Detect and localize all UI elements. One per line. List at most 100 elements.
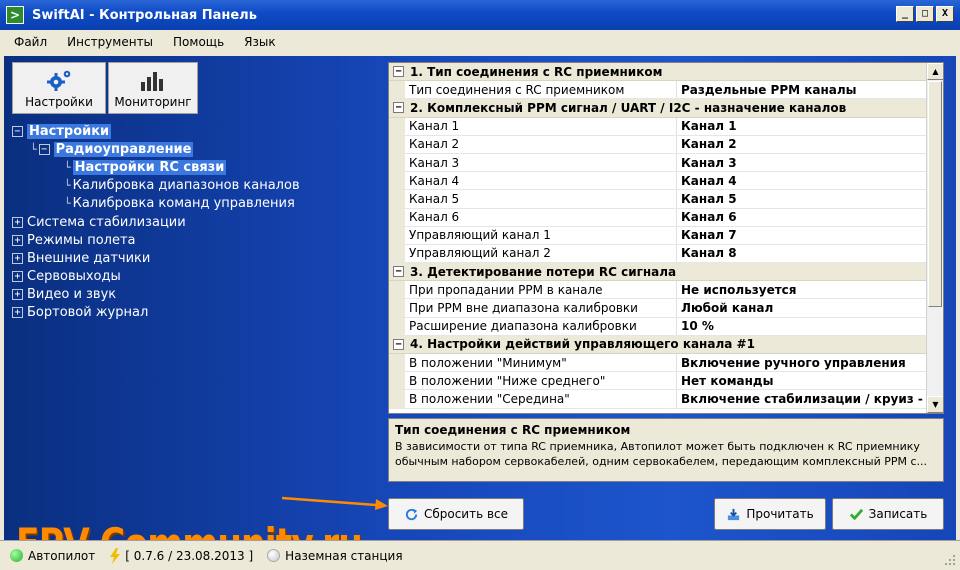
settings-button[interactable]: Настройки	[12, 62, 106, 114]
property-value[interactable]: Канал 2	[677, 136, 927, 153]
property-name: В положении "Минимум"	[389, 354, 677, 372]
tree-item[interactable]: + Внешние датчики	[12, 249, 382, 267]
grid-category-row[interactable]: −4. Настройки действий управляющего кана…	[389, 335, 927, 354]
tree-item[interactable]: + Видео и звук	[12, 286, 382, 304]
collapse-icon[interactable]: −	[393, 338, 404, 350]
property-name: Управляющий канал 2	[389, 244, 677, 263]
app-logo-icon: >	[6, 6, 24, 24]
checkmark-icon	[849, 508, 863, 520]
collapse-icon[interactable]: −	[393, 266, 404, 278]
property-value[interactable]: Канал 8	[677, 245, 927, 262]
autopilot-status: Автопилот	[10, 549, 95, 563]
window-title: SwiftAI - Контрольная Панель	[32, 7, 257, 23]
grid-property-row[interactable]: В положении "Ниже среднего" Нет команды	[389, 372, 927, 391]
grid-property-row[interactable]: Расширение диапазона калибровки 10 %	[389, 317, 927, 336]
property-value[interactable]: Канал 3	[677, 154, 927, 171]
grid-property-row[interactable]: Канал 5 Канал 5	[389, 190, 927, 209]
expand-icon[interactable]: +	[12, 216, 23, 228]
grid-property-row[interactable]: В положении "Минимум" Включение ручного у…	[389, 354, 927, 373]
expand-icon[interactable]: +	[12, 234, 23, 246]
grid-category-row[interactable]: −2. Комплексный PPM сигнал / UART / I2C …	[389, 99, 927, 118]
property-value[interactable]: Включение ручного управления	[677, 354, 927, 371]
monitoring-label: Мониторинг	[114, 95, 192, 109]
collapse-icon[interactable]: −	[393, 102, 404, 114]
status-bar: Автопилот [ 0.7.6 / 23.08.2013 ] Наземна…	[0, 540, 960, 570]
grid-property-row[interactable]: Канал 6 Канал 6	[389, 208, 927, 227]
reset-all-button[interactable]: Сбросить все	[388, 498, 524, 530]
tree-item[interactable]: + Система стабилизации	[12, 213, 382, 231]
property-value[interactable]: Любой канал	[677, 299, 927, 316]
settings-label: Настройки	[25, 95, 93, 109]
collapse-icon[interactable]: −	[393, 66, 404, 78]
property-value[interactable]: Канал 1	[677, 118, 927, 135]
property-value[interactable]: Раздельные PPM каналы	[677, 81, 927, 98]
grid-property-row[interactable]: Канал 2 Канал 2	[389, 135, 927, 154]
grid-property-row[interactable]: Канал 3 Канал 3	[389, 153, 927, 173]
menu-help[interactable]: Помощь	[173, 35, 224, 49]
grid-property-row[interactable]: Тип соединения с RC приемником Раздельные…	[389, 81, 927, 100]
tree-item[interactable]: └ Настройки RC связи	[12, 158, 382, 176]
property-name: Канал 3	[389, 153, 677, 172]
tree-item[interactable]: − Настройки	[12, 122, 382, 140]
grid-property-row[interactable]: Канал 1 Канал 1	[389, 117, 927, 136]
menu-language[interactable]: Язык	[244, 35, 275, 49]
grid-property-row[interactable]: Управляющий канал 2 Канал 8	[389, 244, 927, 264]
property-value[interactable]: Канал 7	[677, 227, 927, 244]
property-name: Канал 6	[389, 208, 677, 226]
main-panel: Настройки Мониторинг − Настройки └ − Радиоуп…	[4, 56, 956, 568]
tree-item[interactable]: └ Калибровка диапазонов каналов	[12, 177, 382, 195]
grid-property-row[interactable]: При пропадании PPM в канале Не использует…	[389, 281, 927, 300]
scroll-thumb[interactable]	[928, 81, 942, 307]
tree-connector: └	[64, 179, 71, 193]
read-label: Прочитать	[746, 507, 814, 521]
tree-item-label: Система стабилизации	[27, 214, 186, 230]
tree-item-label: Режимы полета	[27, 232, 136, 248]
download-icon	[728, 508, 740, 520]
menu-file[interactable]: Файл	[14, 35, 47, 49]
expand-icon[interactable]: +	[12, 252, 23, 264]
tree-item-label: Сервовыходы	[27, 269, 121, 285]
grid-property-row[interactable]: Управляющий канал 1 Канал 7	[389, 226, 927, 245]
property-value[interactable]: Включение стабилизации / круиз - к	[677, 390, 927, 407]
property-value[interactable]: Нет команды	[677, 372, 927, 389]
read-button[interactable]: Прочитать	[714, 498, 826, 530]
grid-property-row[interactable]: В положении "Середина" Включение стабилиз…	[389, 390, 927, 409]
tree-item-label: Настройки	[27, 123, 112, 139]
close-button[interactable]: X	[936, 6, 954, 22]
monitoring-button[interactable]: Мониторинг	[108, 62, 198, 114]
property-name: При пропадании PPM в канале	[389, 281, 677, 299]
description-title: Тип соединения с RC приемником	[395, 423, 631, 437]
grid-category-label: 4. Настройки действий управляющего канал…	[410, 337, 755, 352]
write-button[interactable]: Записать	[832, 498, 944, 530]
resize-grip-icon[interactable]	[944, 554, 956, 566]
expand-icon[interactable]: +	[12, 271, 23, 283]
tree-item[interactable]: + Сервовыходы	[12, 268, 382, 286]
minimize-button[interactable]: _	[896, 6, 914, 22]
tree-item-label: Видео и звук	[27, 287, 117, 303]
property-value[interactable]: Не используется	[677, 281, 927, 298]
tree-item[interactable]: + Режимы полета	[12, 231, 382, 249]
scroll-down-icon[interactable]: ▼	[927, 396, 943, 413]
expand-icon[interactable]: +	[12, 307, 23, 319]
property-value[interactable]: Канал 5	[677, 190, 927, 207]
grid-property-row[interactable]: При PPM вне диапазона калибровки Любой ка…	[389, 299, 927, 318]
maximize-button[interactable]: □	[916, 6, 934, 22]
expand-icon[interactable]: +	[12, 289, 23, 301]
grid-category-row[interactable]: −1. Тип соединения с RC приемником	[389, 63, 927, 82]
tree-item-label: Внешние датчики	[27, 250, 151, 266]
tree-item[interactable]: └ Калибровка команд управления	[12, 195, 382, 213]
menu-tools[interactable]: Инструменты	[67, 35, 153, 49]
collapse-icon[interactable]: −	[38, 143, 50, 155]
scroll-up-icon[interactable]: ▲	[927, 63, 943, 80]
grid-category-row[interactable]: −3. Детектирование потери RC сигнала	[389, 263, 927, 282]
tree-item[interactable]: + Бортовой журнал	[12, 304, 382, 322]
tree-item-label: Калибровка команд управления	[72, 196, 295, 212]
vertical-scrollbar[interactable]: ▲ ▼	[926, 63, 943, 413]
property-value[interactable]: 10 %	[677, 318, 927, 335]
menu-bar: Файл Инструменты Помощь Язык	[0, 30, 960, 54]
tree-item[interactable]: └ − Радиоуправление	[12, 140, 382, 158]
collapse-icon[interactable]: −	[12, 125, 23, 137]
property-value[interactable]: Канал 6	[677, 209, 927, 226]
property-value[interactable]: Канал 4	[677, 172, 927, 189]
grid-property-row[interactable]: Канал 4 Канал 4	[389, 172, 927, 191]
